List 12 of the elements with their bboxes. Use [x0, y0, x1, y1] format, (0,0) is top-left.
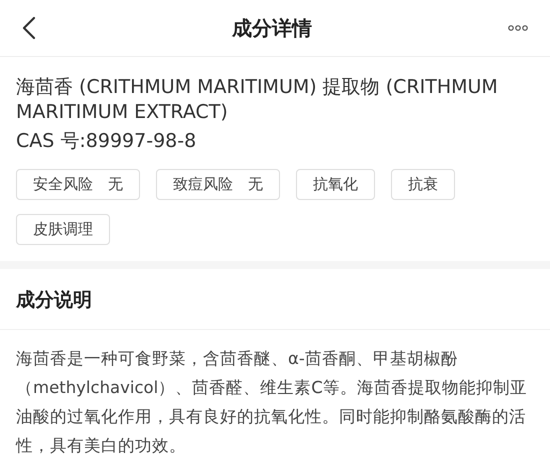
- back-icon[interactable]: [22, 16, 36, 40]
- page-title: 成分详情: [232, 14, 312, 42]
- description-text: 海茴香是一种可食野菜，含茴香醚、α-茴香酮、甲基胡椒酚（methylchavicol）、茴香醛、维生素C等。海茴香提取物能抑制亚油酸的过氧化作用，具有良好的抗氧化性。同时能抑制酪氨酸酶的活性，具有美白的功效。: [14, 348, 528, 457]
- ingredient-name: 海茴香 (CRITHMUM MARITIMUM) 提取物 (CRITHMUM MARITIMUM EXTRACT): [16, 75, 499, 125]
- tag: 抗衰: [391, 169, 455, 200]
- tag: 安全风险 无: [16, 169, 140, 200]
- cas-number: CAS 号:89997-98-8: [16, 129, 198, 154]
- tag: 皮肤调理: [16, 214, 110, 245]
- more-icon[interactable]: [508, 25, 528, 31]
- tag: 致痘风险 无: [156, 169, 280, 200]
- section-title: 成分说明: [0, 269, 550, 330]
- tag: 抗氧化: [296, 169, 375, 200]
